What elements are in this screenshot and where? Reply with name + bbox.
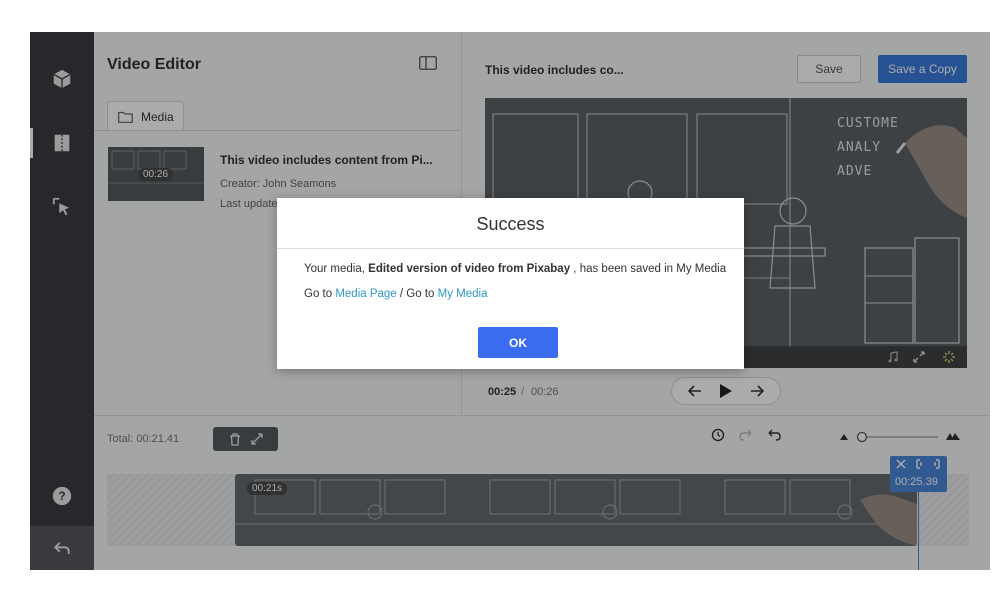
dialog-title: Success bbox=[476, 214, 545, 234]
dialog-links: Go to Media Page / Go to My Media bbox=[304, 288, 487, 300]
success-dialog: Success Your media, Edited version of vi… bbox=[277, 198, 744, 369]
goto-text-2: / Go to bbox=[396, 288, 438, 300]
dialog-message-prefix: Your media, bbox=[304, 263, 369, 275]
ok-button[interactable]: OK bbox=[478, 327, 558, 358]
media-page-link[interactable]: Media Page bbox=[335, 288, 396, 300]
dialog-message-suffix: , has been saved in My Media bbox=[570, 263, 727, 275]
dialog-divider bbox=[277, 248, 744, 249]
dialog-message: Your media, Edited version of video from… bbox=[304, 263, 726, 275]
my-media-link[interactable]: My Media bbox=[438, 288, 488, 300]
saved-media-name: Edited version of video from Pixabay bbox=[368, 263, 571, 275]
goto-text-1: Go to bbox=[304, 288, 336, 300]
